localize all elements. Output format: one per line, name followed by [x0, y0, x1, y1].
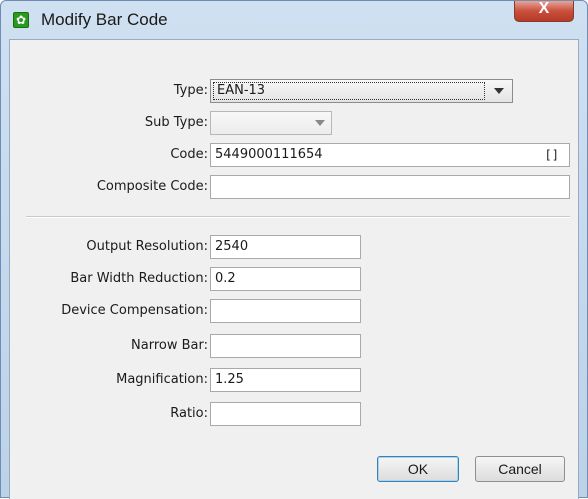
dialog-body: Type: EAN-13 Sub Type: Code: 54490001116…	[9, 39, 579, 499]
bar-width-reduction-label: Bar Width Reduction:	[70, 271, 208, 286]
code-value: 5449000111654	[215, 147, 323, 162]
device-compensation-label: Device Compensation:	[61, 303, 208, 318]
chevron-down-icon	[494, 88, 504, 94]
magnification-label: Magnification:	[116, 372, 208, 387]
code-input[interactable]: 5449000111654 []	[210, 143, 570, 167]
output-resolution-input[interactable]: 2540	[210, 235, 361, 259]
close-icon: X	[538, 0, 550, 17]
gear-icon: ✿	[13, 12, 29, 28]
type-label: Type:	[173, 83, 208, 98]
composite-code-input[interactable]	[210, 175, 570, 199]
output-resolution-label: Output Resolution:	[86, 239, 208, 254]
code-label: Code:	[170, 147, 208, 162]
composite-code-label: Composite Code:	[96, 179, 208, 194]
output-resolution-value: 2540	[215, 239, 249, 254]
type-value: EAN-13	[213, 82, 485, 100]
narrow-bar-label: Narrow Bar:	[131, 338, 208, 353]
ratio-input[interactable]	[210, 402, 361, 426]
brackets-icon[interactable]: []	[545, 144, 559, 166]
sub-type-label: Sub Type:	[144, 115, 208, 130]
chevron-down-icon	[315, 120, 325, 126]
sub-type-select[interactable]	[210, 111, 332, 135]
separator	[26, 216, 570, 218]
ok-button[interactable]: OK	[377, 456, 459, 482]
close-button[interactable]: X	[514, 0, 574, 22]
title-bar[interactable]: ✿ Modify Bar Code X	[1, 0, 587, 39]
magnification-input[interactable]: 1.25	[210, 368, 361, 392]
cancel-button[interactable]: Cancel	[475, 456, 565, 482]
device-compensation-input[interactable]	[210, 299, 361, 323]
bar-width-reduction-input[interactable]: 0.2	[210, 267, 361, 291]
magnification-value: 1.25	[215, 372, 244, 387]
dialog-window: ✿ Modify Bar Code X Type: EAN-13 Sub Typ…	[0, 0, 588, 499]
bar-width-reduction-value: 0.2	[215, 271, 236, 286]
ratio-label: Ratio:	[170, 406, 208, 421]
type-select[interactable]: EAN-13	[210, 79, 513, 103]
narrow-bar-input[interactable]	[210, 334, 361, 358]
window-title: Modify Bar Code	[41, 10, 168, 29]
